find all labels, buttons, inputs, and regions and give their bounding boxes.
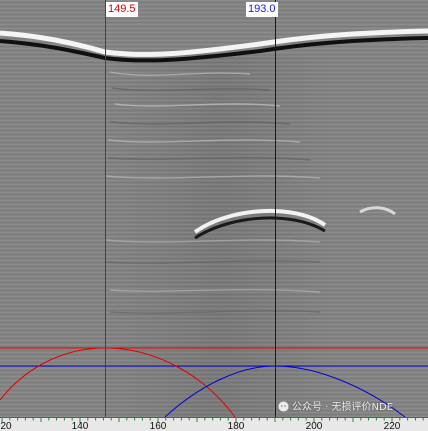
scan-axis-ticks [1,418,424,423]
watermark: 公众号 · 无损评价NDE [278,401,393,414]
scan-texture-zone [100,55,340,417]
blue-cursor-value-label[interactable]: 193.0 [246,2,278,17]
scan-axis-bar[interactable]: 20 140 160 180 200 220 [0,417,428,431]
b-scan-image[interactable] [0,0,428,430]
red-cursor-value-label[interactable]: 149.5 [106,2,138,17]
watermark-text: 公众号 · 无损评价NDE [292,402,394,413]
wechat-icon [278,401,289,412]
